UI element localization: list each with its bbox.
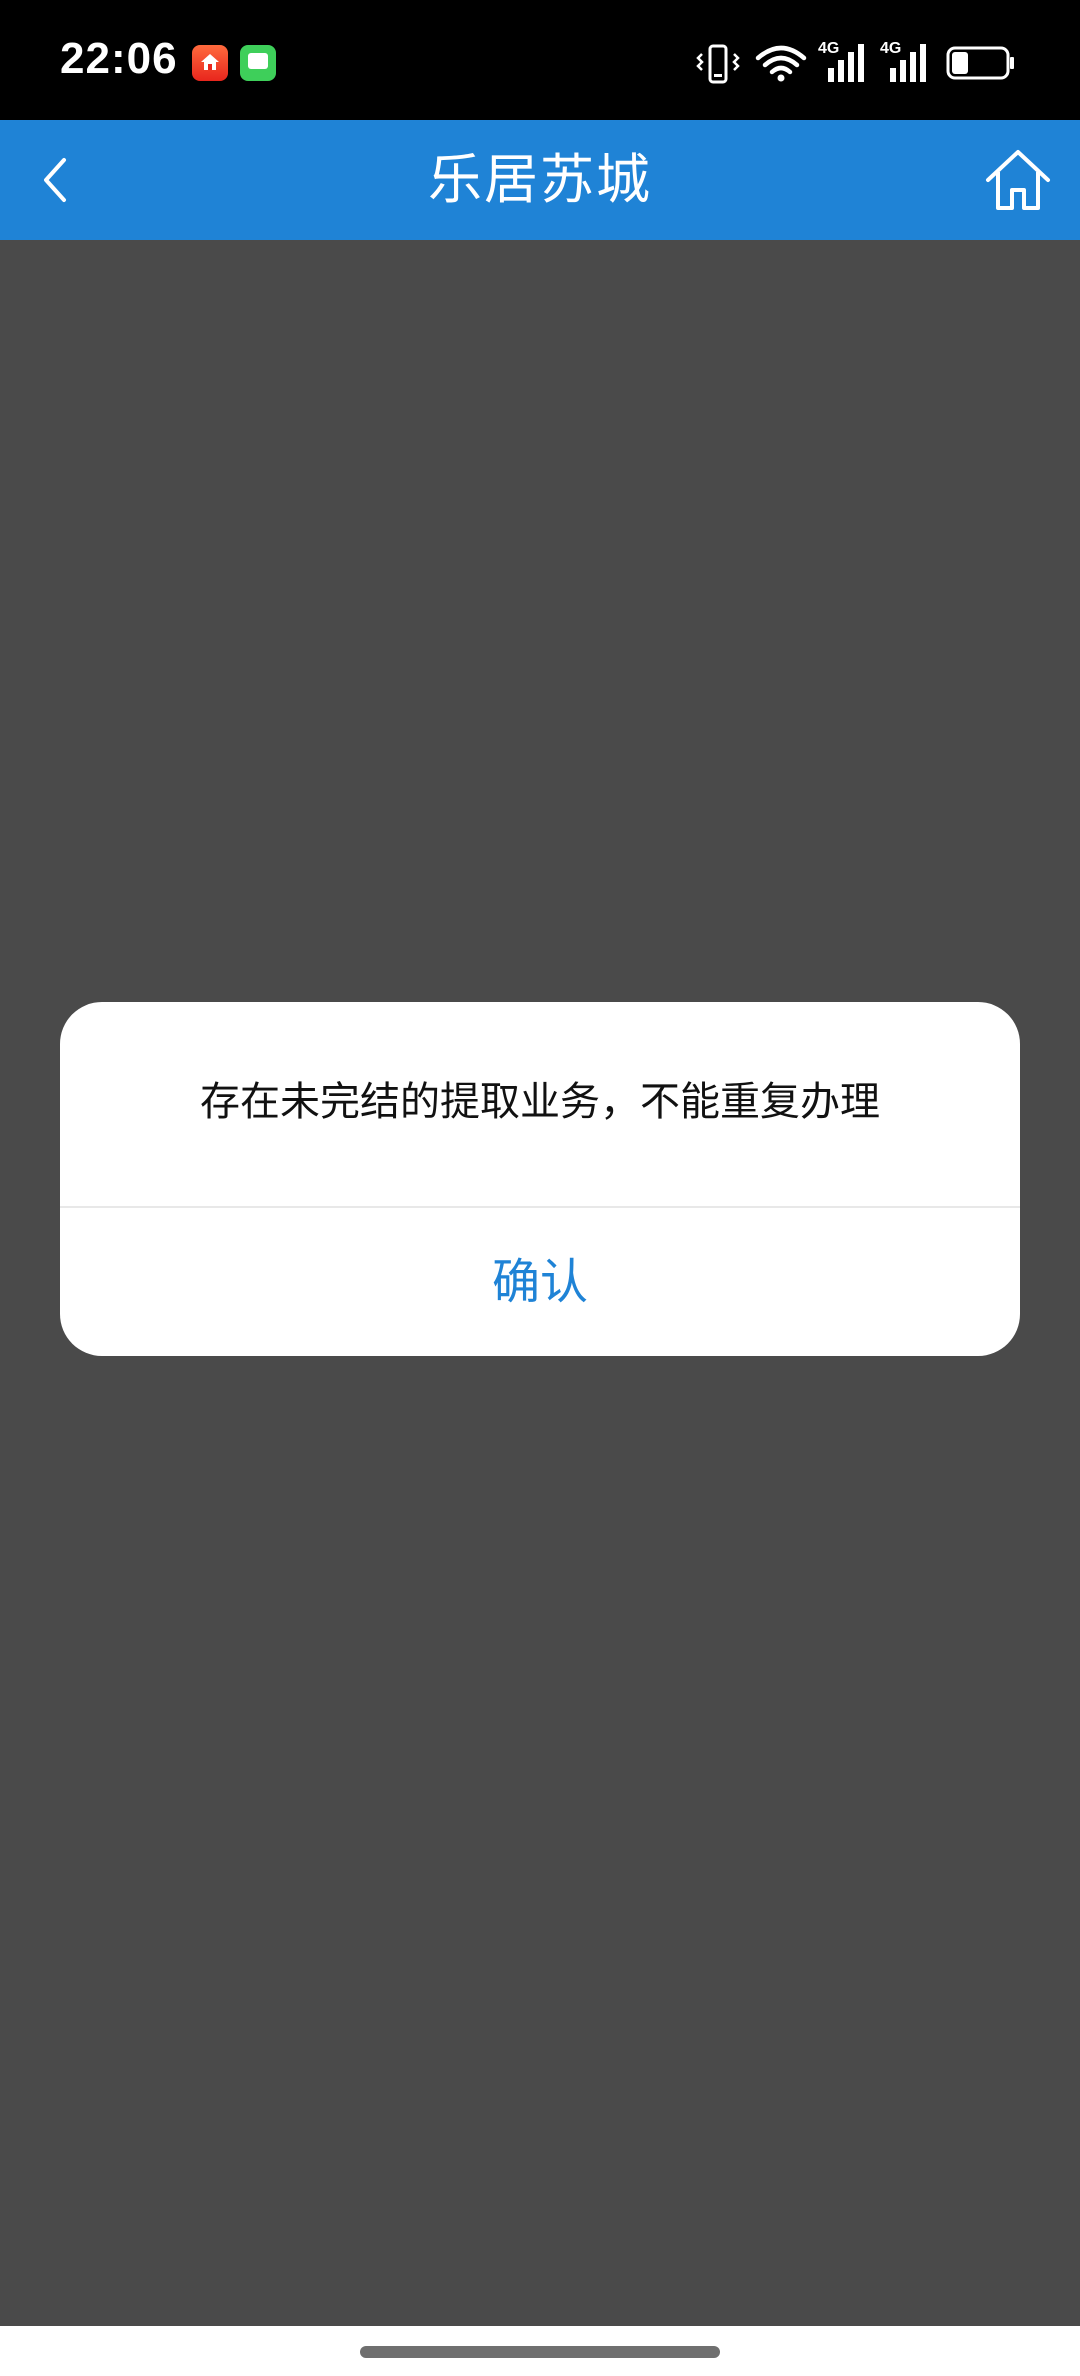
dialog-message: 存在未完结的提取业务，不能重复办理 bbox=[200, 1079, 880, 1125]
alert-dialog: 存在未完结的提取业务，不能重复办理 确认 bbox=[60, 1002, 1020, 1356]
home-icon bbox=[986, 150, 1050, 210]
app-screen: 22:06 4G 4G 乐居苏城 存在未完结的提取业务，不能重复办理 确认 bbox=[0, 0, 1080, 2376]
status-time: 22:06 bbox=[60, 34, 178, 83]
signal-4g-icon: 4G bbox=[880, 40, 930, 84]
app-header: 乐居苏城 bbox=[0, 120, 1080, 240]
leju-app-icon bbox=[192, 45, 228, 81]
page-title: 乐居苏城 bbox=[428, 148, 652, 211]
message-app-icon bbox=[240, 45, 276, 81]
system-nav-bar bbox=[0, 2326, 1080, 2376]
status-bar: 22:06 4G 4G bbox=[0, 0, 1080, 120]
vibrate-icon bbox=[696, 44, 740, 84]
wifi-icon bbox=[755, 45, 807, 82]
home-button[interactable] bbox=[978, 140, 1058, 220]
signal-4g-icon: 4G bbox=[818, 40, 868, 84]
battery-icon bbox=[946, 46, 1014, 80]
home-indicator[interactable] bbox=[360, 2346, 720, 2358]
confirm-button[interactable]: 确认 bbox=[60, 1208, 1020, 1356]
